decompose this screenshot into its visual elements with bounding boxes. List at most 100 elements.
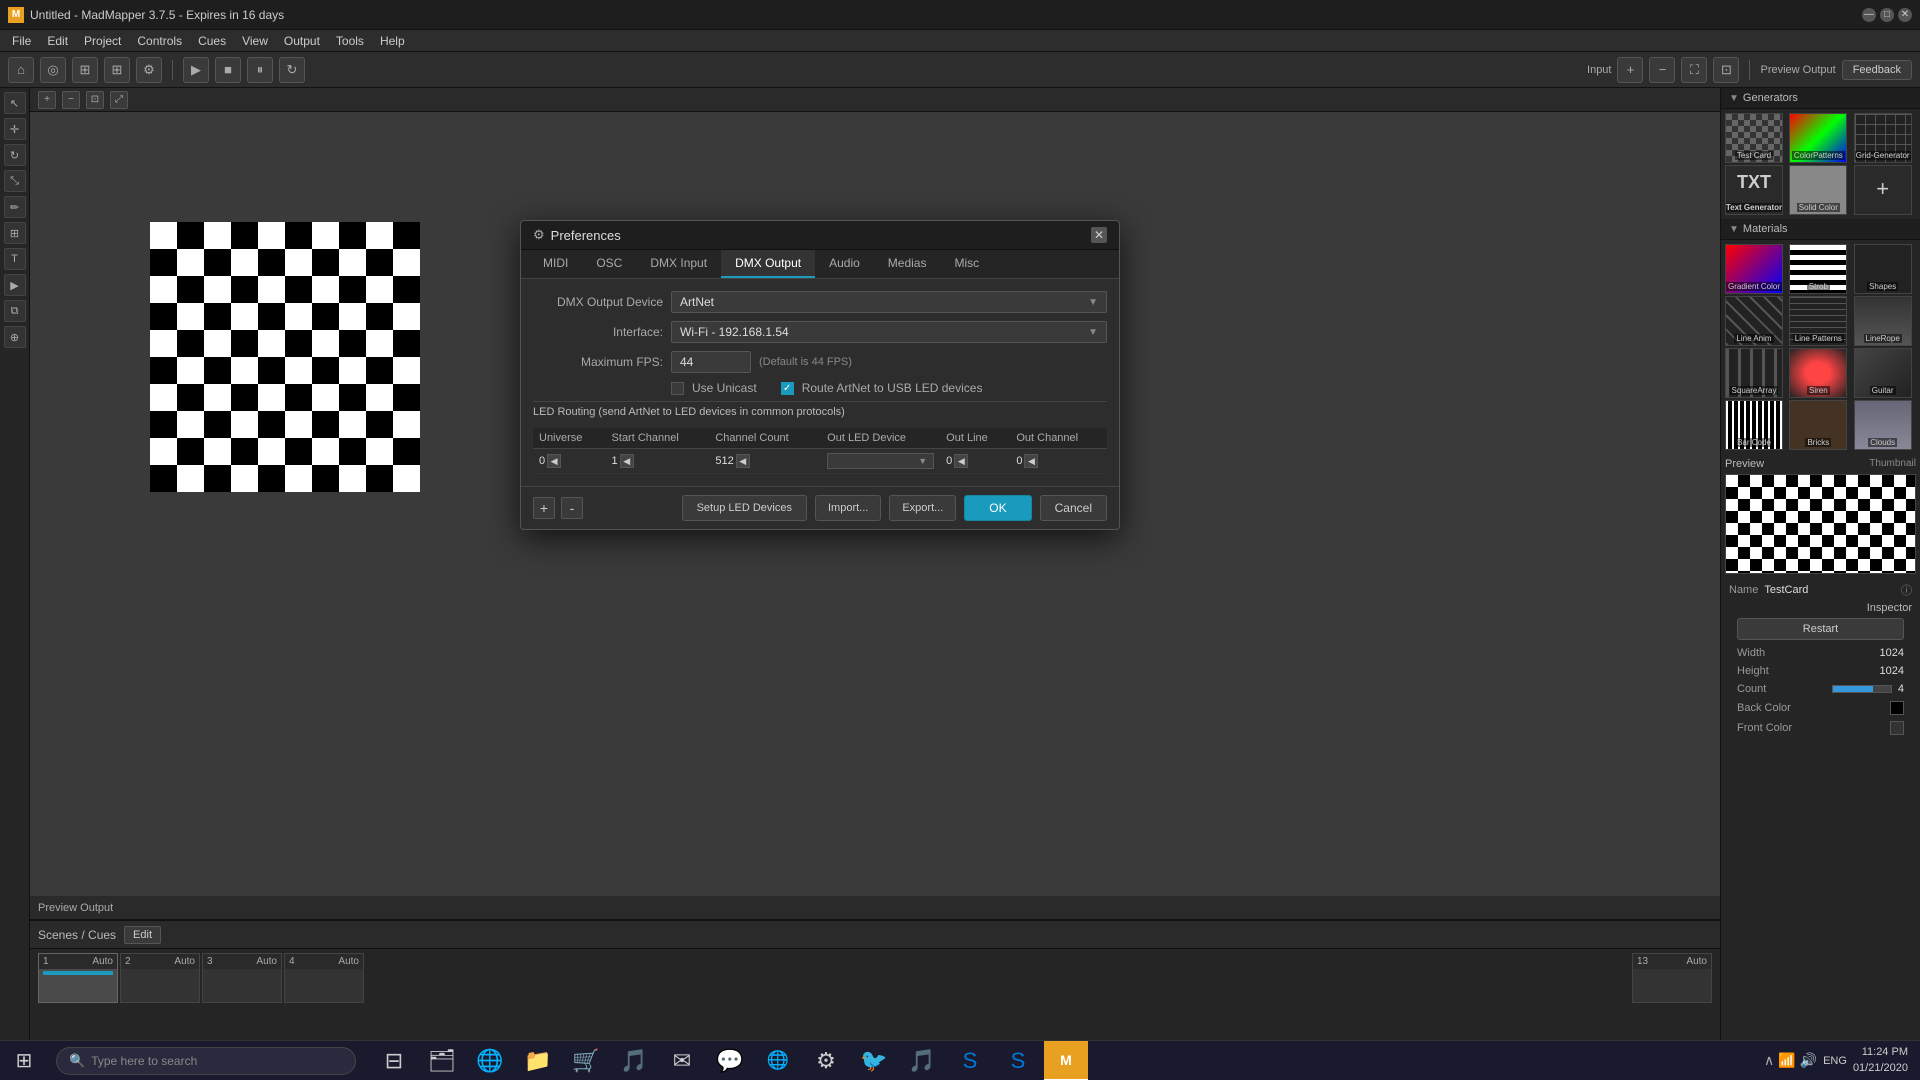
channel-count-dec-btn[interactable]: ◀ [736, 454, 750, 468]
export-button[interactable]: Export... [889, 495, 956, 521]
start-ch-dec-btn[interactable]: ◀ [620, 454, 634, 468]
toolbar-play-btn[interactable]: ▶ [183, 57, 209, 83]
setup-led-devices-button[interactable]: Setup LED Devices [682, 495, 807, 521]
tab-medias[interactable]: Medias [874, 250, 941, 278]
toolbar-display-btn[interactable]: ⊞ [72, 57, 98, 83]
add-row-button[interactable]: + [533, 497, 555, 519]
gen-grid-generator[interactable]: Grid-Generator [1854, 113, 1912, 163]
tool-scale[interactable]: ⤡ [4, 170, 26, 192]
toolbar-grid-btn[interactable]: ⊞ [104, 57, 130, 83]
minimize-button[interactable]: — [1862, 8, 1876, 22]
menu-view[interactable]: View [234, 32, 276, 50]
toolbar-settings-btn[interactable]: ⚙ [136, 57, 162, 83]
toolbar-add-input[interactable]: + [1617, 57, 1643, 83]
taskbar-clock[interactable]: 11:24 PM 01/21/2020 [1853, 1045, 1908, 1076]
tab-misc[interactable]: Misc [940, 250, 993, 278]
menu-file[interactable]: File [4, 32, 39, 50]
taskbar-files[interactable]: 📁 [516, 1041, 560, 1080]
restart-button[interactable]: Restart [1737, 618, 1904, 640]
checker-pattern[interactable] [150, 222, 420, 492]
menu-output[interactable]: Output [276, 32, 328, 50]
scene-cell-2[interactable]: 2 Auto [120, 953, 200, 1003]
mat-squarearray[interactable]: SquareArray [1725, 348, 1783, 398]
mat-barcode[interactable]: Bar Code [1725, 400, 1783, 450]
taskbar-bird[interactable]: 🐦 [852, 1041, 896, 1080]
mat-shapes[interactable]: Shapes [1854, 244, 1912, 294]
tool-layer[interactable]: ⧉ [4, 300, 26, 322]
toolbar-stop-btn[interactable]: ■ [215, 57, 241, 83]
taskbar-volume-icon[interactable]: 🔊 [1800, 1052, 1817, 1069]
tool-crop[interactable]: ⊞ [4, 222, 26, 244]
canvas-minus-btn[interactable]: − [62, 91, 80, 109]
tab-audio[interactable]: Audio [815, 250, 874, 278]
menu-help[interactable]: Help [372, 32, 413, 50]
taskbar-music2[interactable]: 🎵 [900, 1041, 944, 1080]
feedback-button[interactable]: Feedback [1842, 60, 1912, 80]
out-line-dec-btn[interactable]: ◀ [954, 454, 968, 468]
scene-cell-4[interactable]: 4 Auto [284, 953, 364, 1003]
universe-dec-btn[interactable]: ◀ [547, 454, 561, 468]
front-color-swatch[interactable] [1890, 721, 1904, 735]
tab-dmx-input[interactable]: DMX Input [636, 250, 721, 278]
info-btn[interactable]: ⓘ [1901, 582, 1912, 598]
menu-project[interactable]: Project [76, 32, 129, 50]
menu-edit[interactable]: Edit [39, 32, 76, 50]
taskbar-chevron-icon[interactable]: ∧ [1764, 1052, 1774, 1069]
mat-gradient-color[interactable]: Gradient Color [1725, 244, 1783, 294]
taskbar-mail[interactable]: ✉ [660, 1041, 704, 1080]
scene-cell-13[interactable]: 13 Auto [1632, 953, 1712, 1003]
use-unicast-checkbox[interactable] [671, 382, 684, 395]
back-color-swatch[interactable] [1890, 701, 1904, 715]
toolbar-marker-btn[interactable]: ◎ [40, 57, 66, 83]
taskbar-task-view[interactable]: ⊟ [372, 1041, 416, 1080]
interface-value[interactable]: Wi-Fi - 192.168.1.54 ▼ [671, 321, 1107, 343]
menu-controls[interactable]: Controls [129, 32, 190, 50]
mat-siren[interactable]: Siren [1789, 348, 1847, 398]
remove-row-button[interactable]: - [561, 497, 583, 519]
taskbar-network-icon[interactable]: 📶 [1778, 1052, 1795, 1069]
canvas-add-btn[interactable]: + [38, 91, 56, 109]
start-button[interactable]: ⊞ [0, 1041, 48, 1080]
dialog-close-button[interactable]: ✕ [1091, 227, 1107, 243]
tab-midi[interactable]: MIDI [529, 250, 582, 278]
out-led-select[interactable]: ▼ [827, 453, 934, 469]
mat-strob[interactable]: Strob [1789, 244, 1847, 294]
taskbar-search[interactable]: 🔍 Type here to search [56, 1047, 356, 1075]
materials-collapse-icon[interactable]: ▼ [1729, 224, 1739, 235]
taskbar-language[interactable]: ENG [1823, 1055, 1847, 1067]
taskbar-settings[interactable]: ⚙ [804, 1041, 848, 1080]
import-button[interactable]: Import... [815, 495, 881, 521]
taskbar-madmapper[interactable]: M [1044, 1041, 1088, 1080]
toolbar-loop-btn[interactable]: ↻ [279, 57, 305, 83]
canvas-fit-btn[interactable]: ⊡ [86, 91, 104, 109]
tool-media[interactable]: ▶ [4, 274, 26, 296]
gen-add-btn[interactable]: + [1854, 165, 1912, 215]
device-value[interactable]: ArtNet ▼ [671, 291, 1107, 313]
taskbar-skype[interactable]: S [948, 1041, 992, 1080]
ok-button[interactable]: OK [964, 495, 1031, 521]
mat-linerope[interactable]: LineRope [1854, 296, 1912, 346]
toolbar-home-btn[interactable]: ⌂ [8, 57, 34, 83]
tool-extra[interactable]: ⊕ [4, 326, 26, 348]
route-artnet-checkbox[interactable]: ✓ [781, 382, 794, 395]
taskbar-chrome[interactable]: 🌐 [756, 1041, 800, 1080]
close-button[interactable]: ✕ [1898, 8, 1912, 22]
gen-testcard[interactable]: Test Card [1725, 113, 1783, 163]
taskbar-whatsapp[interactable]: 💬 [708, 1041, 752, 1080]
tab-osc[interactable]: OSC [582, 250, 636, 278]
mat-clouds[interactable]: Clouds [1854, 400, 1912, 450]
toolbar-remove-input[interactable]: − [1649, 57, 1675, 83]
out-channel-dec-btn[interactable]: ◀ [1024, 454, 1038, 468]
taskbar-explorer[interactable]: 🗂 [420, 1041, 464, 1080]
mat-lineanim[interactable]: Line Anim [1725, 296, 1783, 346]
gen-text-generator[interactable]: TXT Text Generator [1725, 165, 1783, 215]
menu-cues[interactable]: Cues [190, 32, 234, 50]
fps-input[interactable] [671, 351, 751, 373]
mat-linepatterns[interactable]: Line Patterns [1789, 296, 1847, 346]
taskbar-edge[interactable]: 🌐 [468, 1041, 512, 1080]
gen-solid-color[interactable]: Solid Color [1789, 165, 1847, 215]
tab-dmx-output[interactable]: DMX Output [721, 250, 815, 278]
taskbar-skype2[interactable]: S [996, 1041, 1040, 1080]
toolbar-fullscreen[interactable]: ⛶ [1681, 57, 1707, 83]
cancel-button[interactable]: Cancel [1040, 495, 1107, 521]
